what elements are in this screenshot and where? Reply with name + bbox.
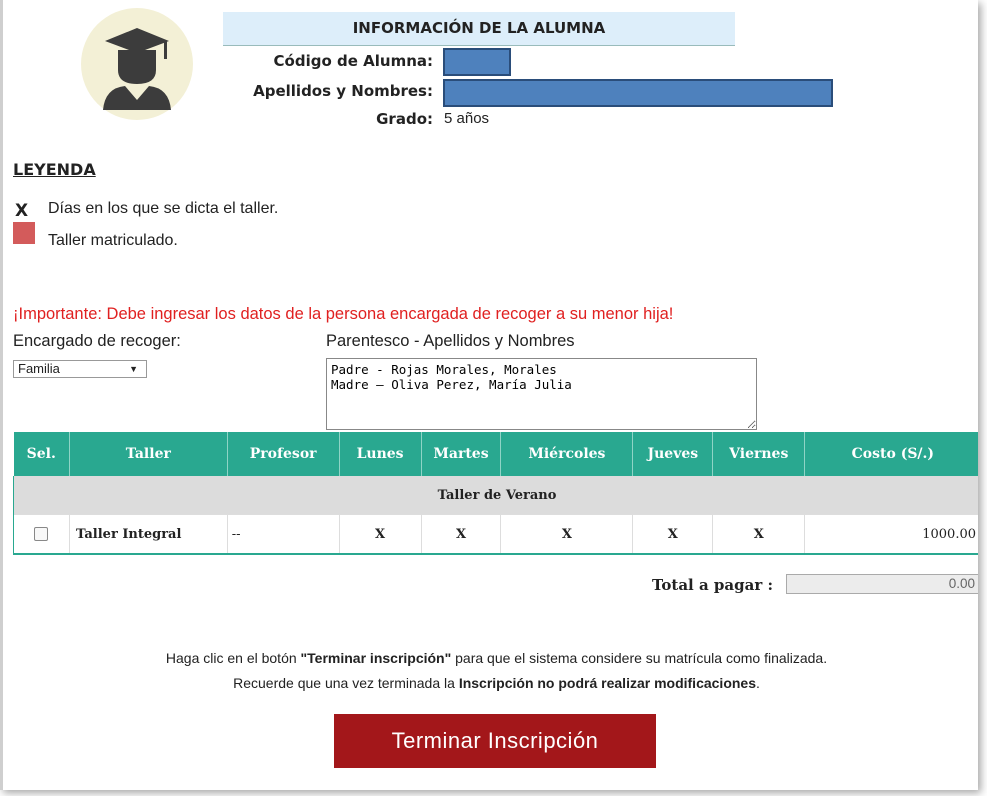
responsible-select-value: Familia [18, 361, 60, 376]
legend-title: LEYENDA [13, 160, 96, 179]
responsible-select[interactable]: Familia ▼ [13, 360, 147, 378]
student-code-value-redacted [443, 48, 511, 76]
student-names-value-redacted [443, 79, 833, 107]
finish-enrollment-button[interactable]: Terminar Inscripción [334, 714, 656, 768]
profesor-name: -- [226, 514, 340, 555]
column-header: Sel. [13, 432, 70, 476]
student-grade-label: Grado: [376, 110, 433, 128]
column-header: Viernes [712, 432, 806, 476]
instruction-text: para que el sistema considere su matrícu… [451, 650, 828, 666]
relation-label: Parentesco - Apellidos y Nombres [326, 332, 575, 350]
column-header: Profesor [227, 432, 340, 476]
table-row: Taller Integral -- X X X X X 1000.00 [13, 514, 978, 555]
column-header: Taller [69, 432, 228, 476]
important-warning: ¡Importante: Debe ingresar los datos de … [13, 305, 674, 323]
instruction-line-2: Recuerde que una vez terminada la Inscri… [3, 675, 978, 691]
column-header: Costo (S/.) [804, 432, 978, 476]
select-cell [13, 514, 70, 555]
day-mark-martes: X [420, 514, 502, 555]
instruction-emphasis: "Terminar inscripción" [300, 650, 452, 666]
legend-enrolled-swatch [13, 222, 35, 244]
total-label: Total a pagar : [651, 576, 773, 594]
group-row: Taller de Verano [13, 476, 978, 515]
legend-enrolled-text: Taller matriculado. [48, 232, 178, 249]
day-mark-lunes: X [338, 514, 422, 555]
student-code-label: Código de Alumna: [273, 52, 433, 70]
relation-textarea[interactable]: Padre - Rojas Morales, Morales Madre – O… [326, 358, 757, 430]
column-header: Lunes [339, 432, 422, 476]
student-names-row: Apellidos y Nombres: [223, 82, 433, 102]
student-info-title: INFORMACIÓN DE LA ALUMNA [223, 12, 735, 46]
legend-x-symbol: X [15, 201, 29, 221]
instruction-text: Haga clic en el botón [165, 650, 301, 666]
chevron-down-icon: ▼ [129, 364, 138, 374]
student-grade-value: 5 años [444, 110, 490, 127]
student-avatar [81, 8, 193, 120]
day-mark-jueves: X [632, 514, 714, 555]
day-mark-miercoles: X [500, 514, 634, 555]
instruction-line-1: Haga clic en el botón "Terminar inscripc… [3, 650, 978, 666]
column-header: Martes [421, 432, 502, 476]
graduate-icon [103, 28, 171, 110]
cost-value: 1000.00 [804, 514, 978, 555]
table-header-row: Sel. Taller Profesor Lunes Martes Miérco… [13, 432, 978, 476]
instruction-text: Recuerde que una vez terminada la [233, 675, 459, 691]
student-names-label: Apellidos y Nombres: [253, 82, 433, 100]
column-header: Miércoles [500, 432, 634, 476]
student-code-row: Código de Alumna: [223, 52, 433, 72]
day-mark-viernes: X [712, 514, 806, 555]
taller-name: Taller Integral [68, 514, 228, 555]
instruction-text: . [756, 675, 760, 691]
instruction-emphasis: Inscripción no podrá realizar modificaci… [458, 675, 756, 691]
group-label: Taller de Verano [13, 476, 978, 515]
responsible-label: Encargado de recoger: [13, 332, 181, 350]
legend-days-text: Días en los que se dicta el taller. [48, 200, 279, 217]
enrollment-panel: INFORMACIÓN DE LA ALUMNA Código de Alumn… [0, 0, 978, 790]
column-header: Jueves [632, 432, 714, 476]
student-grade-row: Grado: [223, 110, 433, 130]
select-checkbox[interactable] [34, 527, 49, 541]
total-field: 0.00 [786, 574, 978, 594]
workshop-table: Sel. Taller Profesor Lunes Martes Miérco… [13, 432, 978, 555]
